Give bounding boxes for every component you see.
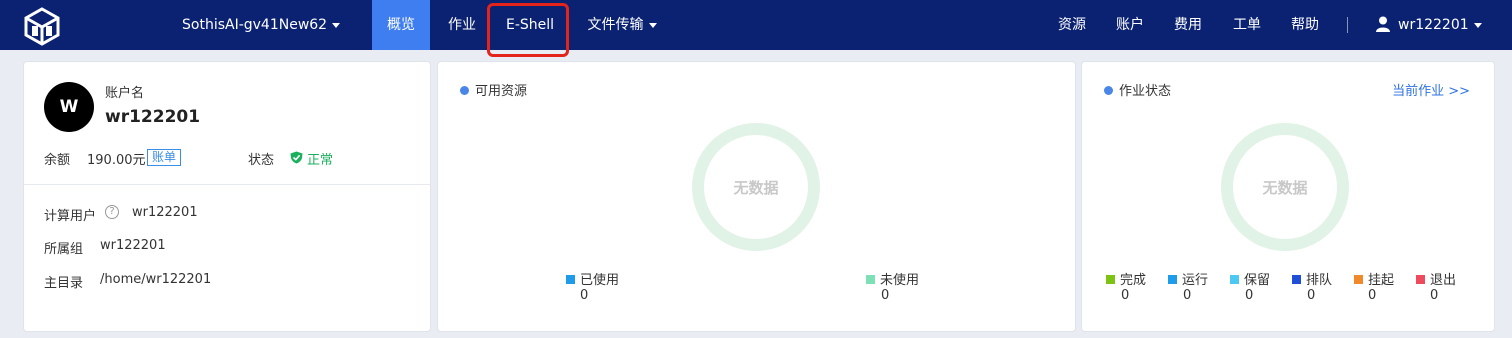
legend-suspended-label: 挂起	[1368, 273, 1395, 288]
compute-user-label: 计算用户	[44, 209, 97, 224]
legend-used-label: 已使用	[580, 273, 620, 288]
job-status-card: 作业状态 当前作业 >> 无数据 完成 0 运行 0 保留 0 排队 0 挂起 …	[1081, 61, 1495, 332]
nav-tickets[interactable]: 工单	[1233, 0, 1261, 50]
home-dir-value: /home/wr122201	[100, 272, 212, 287]
legend-used-value: 0	[580, 288, 589, 303]
legend-used[interactable]: 已使用	[566, 269, 619, 288]
legend-unused[interactable]: 未使用	[866, 269, 919, 288]
legend-reserved-value: 0	[1245, 288, 1254, 303]
legend-queued[interactable]: 排队	[1292, 269, 1332, 288]
nav-account[interactable]: 账户	[1116, 0, 1144, 50]
legend-exited[interactable]: 退出	[1416, 269, 1456, 288]
nav-jobs[interactable]: 作业	[436, 0, 488, 50]
user-name: wr122201	[1398, 17, 1469, 33]
chevron-down-icon	[332, 22, 341, 28]
top-navigation-bar: SothisAI-gv41New62 概览 作业 E-Shell 文件传输 资源…	[0, 0, 1512, 57]
legend-unused-label: 未使用	[880, 273, 920, 288]
balance-label: 余额	[44, 153, 71, 168]
help-icon[interactable]: ?	[105, 205, 119, 219]
legend-running[interactable]: 运行	[1168, 269, 1208, 288]
nav-jobs-label: 作业	[448, 17, 476, 33]
legend-running-label: 运行	[1182, 273, 1209, 288]
legend-swatch	[1106, 275, 1115, 284]
bill-link[interactable]: 账单	[147, 149, 182, 166]
status-badge: 正常	[307, 153, 334, 168]
cluster-name: SothisAI-gv41New62	[182, 17, 328, 33]
highlight-box	[487, 3, 569, 57]
resource-title: 可用资源	[460, 80, 527, 99]
dot-icon	[460, 86, 469, 95]
legend-unused-value: 0	[881, 288, 890, 303]
legend-done[interactable]: 完成	[1106, 269, 1146, 288]
user-icon	[1376, 16, 1390, 32]
legend-running-value: 0	[1183, 288, 1192, 303]
legend-swatch	[1292, 275, 1301, 284]
legend-done-label: 完成	[1120, 273, 1147, 288]
job-status-title: 作业状态	[1104, 80, 1171, 99]
cluster-selector[interactable]: SothisAI-gv41New62	[182, 0, 341, 50]
avatar: W	[44, 82, 94, 132]
legend-queued-label: 排队	[1306, 273, 1333, 288]
nav-help[interactable]: 帮助	[1291, 0, 1319, 50]
legend-queued-value: 0	[1307, 288, 1316, 303]
legend-swatch	[1230, 275, 1239, 284]
legend-swatch	[1416, 275, 1425, 284]
legend-done-value: 0	[1121, 288, 1130, 303]
resource-title-text: 可用资源	[475, 84, 528, 99]
legend-swatch	[866, 275, 875, 284]
legend-swatch	[1168, 275, 1177, 284]
chevron-down-icon	[1473, 22, 1482, 28]
job-empty-text: 无数据	[1262, 179, 1308, 197]
legend-reserved[interactable]: 保留	[1230, 269, 1270, 288]
legend-suspended-value: 0	[1368, 288, 1377, 303]
job-status-title-text: 作业状态	[1119, 84, 1172, 99]
divider	[24, 184, 430, 185]
shield-check-icon	[290, 151, 303, 164]
dot-icon	[1104, 86, 1113, 95]
group-label: 所属组	[44, 242, 84, 257]
resource-empty-text: 无数据	[733, 179, 779, 197]
home-dir-label: 主目录	[44, 276, 84, 291]
nav-file-transfer[interactable]: 文件传输	[584, 0, 660, 50]
legend-swatch	[1354, 275, 1363, 284]
user-menu[interactable]: wr122201	[1398, 0, 1482, 50]
current-jobs-link[interactable]: 当前作业 >>	[1392, 80, 1470, 99]
legend-exited-label: 退出	[1430, 273, 1457, 288]
chevron-down-icon	[648, 22, 657, 28]
legend-swatch	[566, 275, 575, 284]
group-value: wr122201	[100, 238, 166, 253]
logo-icon[interactable]	[22, 6, 62, 46]
legend-reserved-label: 保留	[1244, 273, 1271, 288]
account-name-label: 账户名	[105, 86, 145, 101]
nav-overview[interactable]: 概览	[372, 0, 430, 50]
account-name: wr122201	[105, 107, 201, 127]
nav-file-transfer-label: 文件传输	[587, 17, 644, 33]
status-label: 状态	[248, 153, 275, 168]
nav-resources[interactable]: 资源	[1058, 0, 1086, 50]
nav-divider	[1347, 17, 1348, 33]
compute-user-value: wr122201	[132, 205, 198, 220]
nav-overview-label: 概览	[387, 17, 415, 33]
legend-suspended[interactable]: 挂起	[1354, 269, 1394, 288]
resource-card: 可用资源 无数据 已使用 0 未使用 0	[437, 61, 1076, 332]
balance-value: 190.00元	[87, 153, 146, 168]
nav-billing[interactable]: 费用	[1174, 0, 1202, 50]
legend-exited-value: 0	[1430, 288, 1439, 303]
account-card: W 账户名 wr122201 余额 190.00元 账单 状态 正常 计算用户 …	[23, 61, 431, 332]
